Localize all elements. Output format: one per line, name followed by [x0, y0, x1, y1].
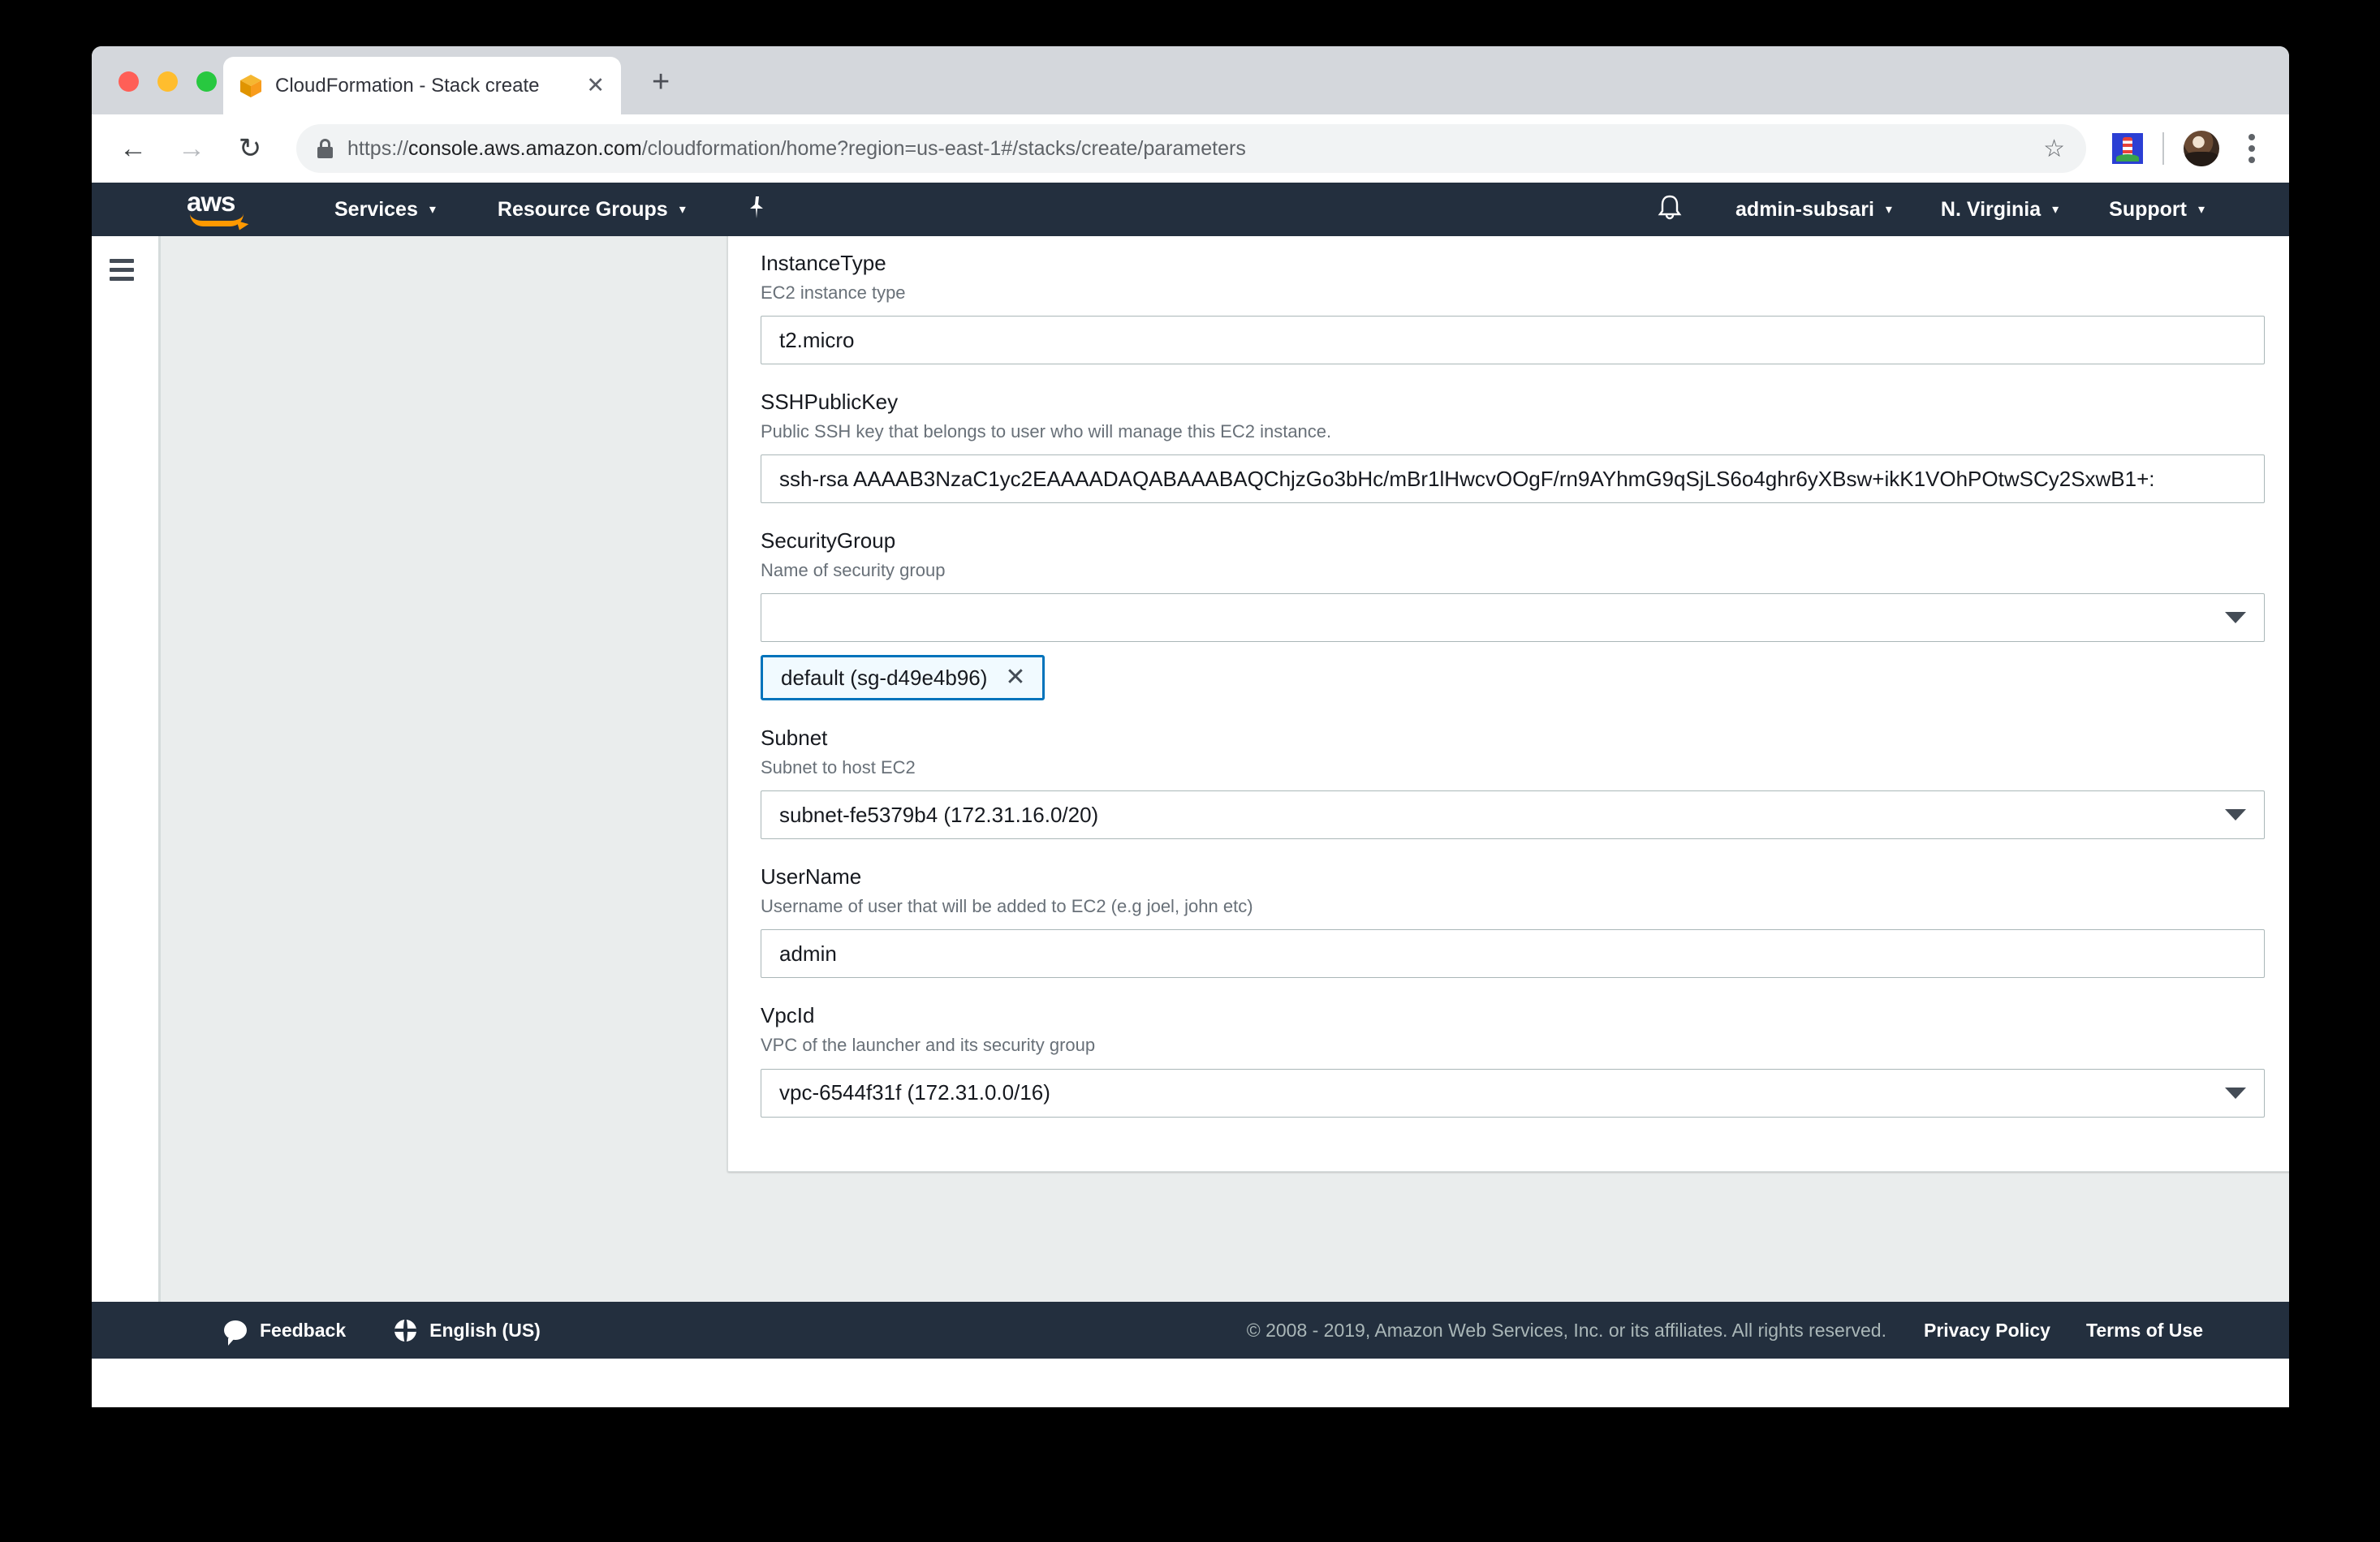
language-label: English (US): [429, 1319, 541, 1341]
nav-resource-groups-label: Resource Groups: [497, 197, 668, 221]
aws-top-navigation: aws Services ▾ Resource Groups ▾ admin-s…: [92, 183, 2289, 236]
nav-support-label: Support: [2109, 197, 2187, 221]
parameters-card: instance-1 InstanceType EC2 instance typ…: [727, 236, 2289, 1172]
ssh-public-key-description: Public SSH key that belongs to user who …: [761, 420, 1332, 441]
console-side-panel: [92, 236, 161, 1302]
new-tab-button[interactable]: +: [652, 67, 670, 97]
back-icon[interactable]: ←: [110, 125, 157, 172]
nav-account-label: admin-subsari: [1735, 197, 1874, 221]
subnet-description: Subnet to host EC2: [761, 756, 916, 777]
profile-avatar[interactable]: [2184, 131, 2219, 166]
subnet-select[interactable]: subnet-fe5379b4 (172.31.16.0/20): [761, 790, 2265, 840]
subnet-label: Subnet: [761, 726, 828, 751]
vpc-id-description: VPC of the launcher and its security gro…: [761, 1034, 1096, 1055]
nav-services-label: Services: [334, 197, 418, 221]
vpc-id-selected-value: vpc-6544f31f (172.31.0.0/16): [779, 1080, 1050, 1105]
chevron-down-icon: ▾: [429, 203, 436, 217]
feedback-link[interactable]: Feedback: [224, 1319, 347, 1346]
security-group-token: default (sg-d49e4b96) ✕: [761, 655, 1045, 701]
nav-item-services[interactable]: Services ▾: [334, 198, 436, 222]
speech-bubble-icon: [224, 1320, 247, 1346]
chevron-down-icon: ▾: [2052, 203, 2059, 217]
pin-icon[interactable]: [748, 195, 765, 225]
window-traffic-lights: [119, 71, 217, 92]
close-tab-icon[interactable]: ✕: [586, 75, 605, 97]
url-domain: console.aws.amazon.com: [408, 136, 642, 160]
browser-toolbar: ← → ↻ https://console.aws.amazon.com/clo…: [92, 114, 2289, 183]
field-instance-type: InstanceType EC2 instance type t2.micro: [761, 250, 2265, 365]
instance-type-label: InstanceType: [761, 251, 886, 275]
close-window-button[interactable]: [119, 71, 139, 92]
username-label: UserName: [761, 864, 862, 889]
field-username: UserName Username of user that will be a…: [761, 864, 2265, 979]
close-icon[interactable]: ✕: [1005, 665, 1025, 690]
field-vpc-id: VpcId VPC of the launcher and its securi…: [761, 1002, 2265, 1118]
minimize-window-button[interactable]: [157, 71, 178, 92]
stack-parameters-content: instance-1 InstanceType EC2 instance typ…: [161, 236, 2289, 1302]
lighthouse-extension-icon[interactable]: [2112, 133, 2143, 164]
chevron-down-icon: ▾: [1885, 203, 1892, 217]
feedback-label: Feedback: [260, 1319, 347, 1341]
globe-icon: [395, 1319, 417, 1342]
chevron-down-icon: ▾: [2197, 203, 2205, 217]
chevron-down-icon: [2225, 1087, 2246, 1099]
security-group-label: SecurityGroup: [761, 528, 896, 553]
security-group-description: Name of security group: [761, 559, 946, 580]
nav-item-resource-groups[interactable]: Resource Groups ▾: [498, 198, 686, 222]
hamburger-menu-icon[interactable]: [110, 259, 134, 281]
privacy-policy-link[interactable]: Privacy Policy: [1924, 1320, 2050, 1342]
nav-region-label: N. Virginia: [1940, 197, 2042, 221]
aws-logo-icon[interactable]: aws: [183, 187, 257, 228]
terms-of-use-link[interactable]: Terms of Use: [2086, 1320, 2203, 1342]
notifications-bell-icon[interactable]: [1658, 194, 1682, 226]
browser-tab[interactable]: CloudFormation - Stack create ✕: [223, 57, 621, 114]
browser-tab-title: CloudFormation - Stack create: [275, 74, 540, 97]
aws-wordmark: aws: [187, 187, 235, 217]
chevron-down-icon: [2225, 809, 2246, 821]
copyright-text: © 2008 - 2019, Amazon Web Services, Inc.…: [1246, 1319, 1886, 1341]
nav-item-support[interactable]: Support ▾: [2109, 198, 2205, 222]
chevron-down-icon: [2225, 612, 2246, 624]
instance-type-description: EC2 instance type: [761, 282, 906, 303]
toolbar-divider: [2162, 132, 2164, 165]
field-subnet: Subnet Subnet to host EC2 subnet-fe5379b…: [761, 725, 2265, 840]
subnet-selected-value: subnet-fe5379b4 (172.31.16.0/20): [779, 802, 1099, 827]
nav-item-account[interactable]: admin-subsari ▾: [1735, 198, 1892, 222]
ssh-public-key-label: SSHPublicKey: [761, 390, 899, 415]
language-selector[interactable]: English (US): [395, 1319, 541, 1342]
url-text: https://console.aws.amazon.com/cloudform…: [347, 137, 1246, 161]
field-ssh-public-key: SSHPublicKey Public SSH key that belongs…: [761, 389, 2265, 504]
url-scheme: https://: [347, 136, 409, 160]
address-bar[interactable]: https://console.aws.amazon.com/cloudform…: [296, 124, 2086, 173]
security-group-token-label: default (sg-d49e4b96): [781, 665, 988, 690]
browser-window: CloudFormation - Stack create ✕ + ← → ↻ …: [92, 46, 2289, 1407]
forward-icon[interactable]: →: [168, 125, 215, 172]
username-input[interactable]: admin: [761, 929, 2265, 979]
page-body: instance-1 InstanceType EC2 instance typ…: [92, 236, 2289, 1302]
vpc-id-label: VpcId: [761, 1003, 815, 1028]
footer-right: © 2008 - 2019, Amazon Web Services, Inc.…: [1247, 1320, 2203, 1342]
aws-footer: Feedback English (US) © 2008 - 2019, Ama…: [92, 1302, 2289, 1359]
chevron-down-icon: ▾: [679, 203, 686, 217]
ssh-public-key-input[interactable]: ssh-rsa AAAAB3NzaC1yc2EAAAADAQABAAABAQCh…: [761, 454, 2265, 504]
vpc-id-select[interactable]: vpc-6544f31f (172.31.0.0/16): [761, 1068, 2265, 1118]
username-description: Username of user that will be added to E…: [761, 895, 1253, 916]
bookmark-star-icon[interactable]: ☆: [2043, 135, 2065, 163]
reload-icon[interactable]: ↻: [226, 125, 274, 172]
maximize-window-button[interactable]: [196, 71, 217, 92]
url-path: /cloudformation/home?region=us-east-1#/s…: [641, 136, 1246, 160]
nav-item-region[interactable]: N. Virginia ▾: [1941, 198, 2059, 222]
field-security-group: SecurityGroup Name of security group def…: [761, 528, 2265, 701]
security-group-select[interactable]: [761, 593, 2265, 643]
aws-nav-right: admin-subsari ▾ N. Virginia ▾ Support ▾: [1658, 194, 2289, 226]
browser-menu-icon[interactable]: [2234, 134, 2270, 163]
lock-icon: [317, 139, 333, 158]
instance-type-input[interactable]: t2.micro: [761, 316, 2265, 365]
aws-smile-icon: [190, 213, 244, 226]
cloudformation-cube-icon: [239, 74, 262, 98]
browser-tab-strip: CloudFormation - Stack create ✕ +: [92, 46, 2289, 114]
